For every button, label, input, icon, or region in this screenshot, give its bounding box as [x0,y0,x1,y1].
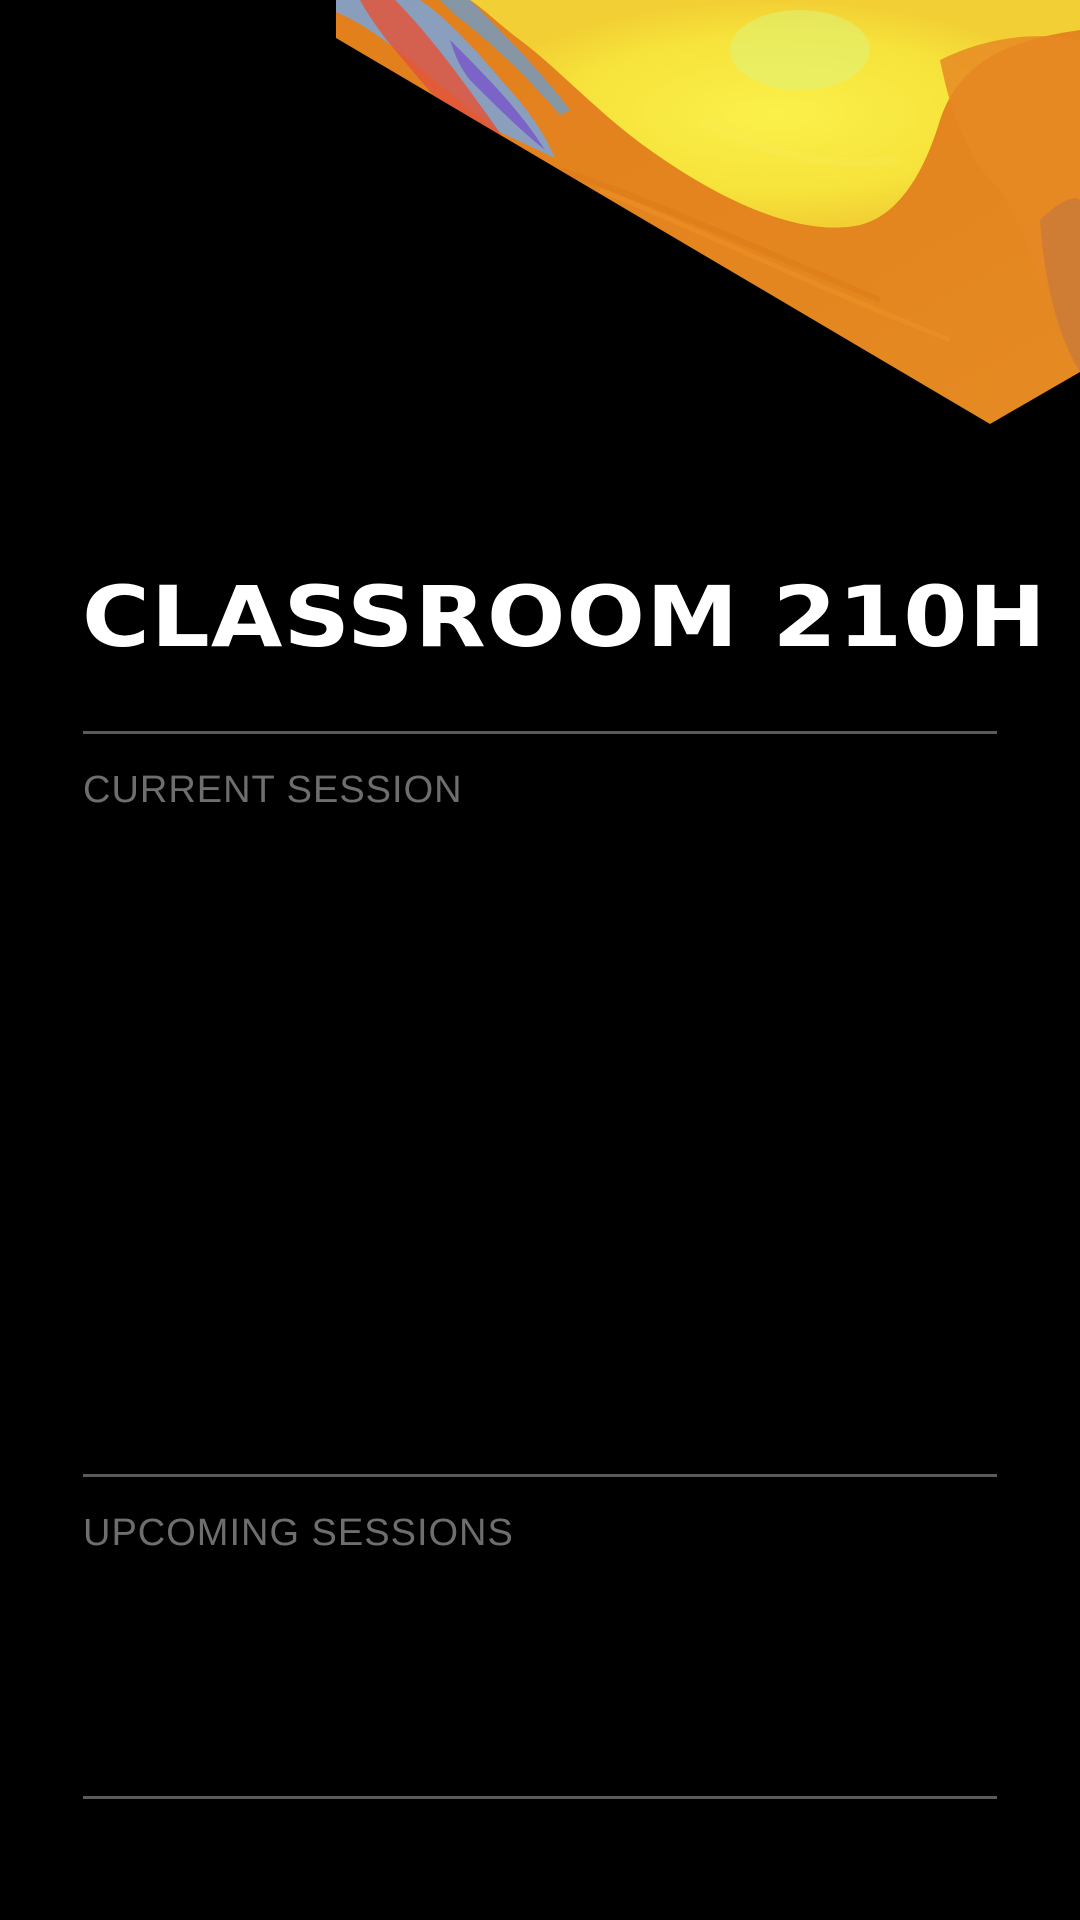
room-title: CLASSROOM 210H [82,568,1048,666]
divider-bottom [83,1796,997,1799]
divider-middle [83,1474,997,1477]
current-session-panel [83,830,997,1470]
divider-top [83,731,997,734]
abstract-art-banner [336,0,1080,424]
current-session-label: CURRENT SESSION [83,769,463,811]
upcoming-sessions-label: UPCOMING SESSIONS [83,1512,514,1554]
upcoming-sessions-panel [83,1572,997,1792]
